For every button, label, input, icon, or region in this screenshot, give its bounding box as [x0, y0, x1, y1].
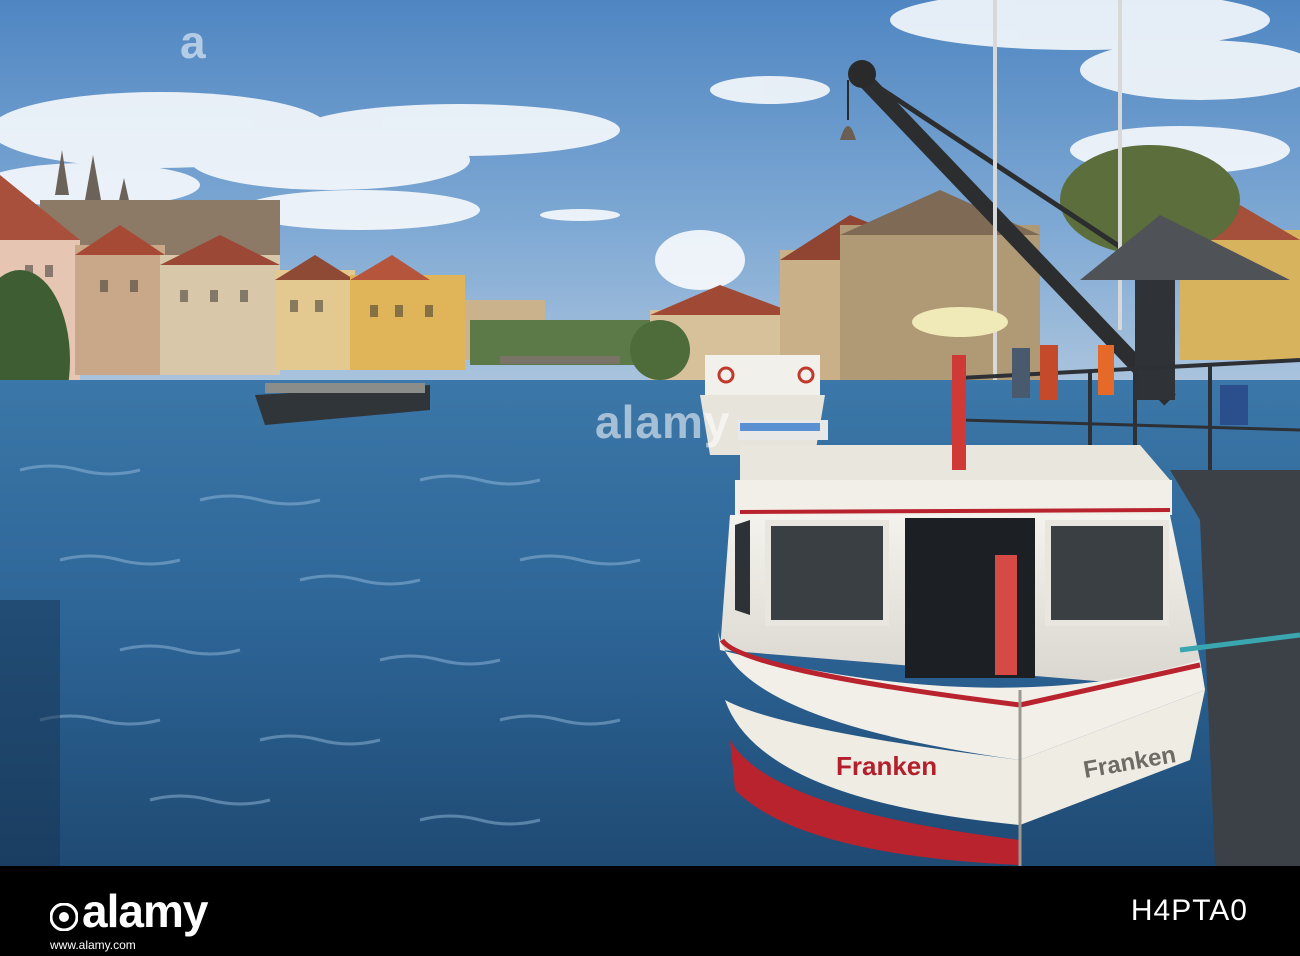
stock-photo: Franken Franken a alamy	[0, 0, 1300, 866]
alamy-logo-text: alamy	[82, 885, 208, 937]
shadow	[0, 600, 60, 866]
alamy-logo-icon	[50, 903, 78, 931]
watermark-glyph: a	[180, 16, 207, 68]
watermark-logo-overlay: alamy	[595, 396, 731, 448]
boat-name-bow: Franken	[836, 751, 937, 781]
watermark-footer: alamy H4PTA0 www.alamy.com	[0, 866, 1300, 956]
bridge	[500, 356, 620, 364]
alamy-logo: alamy	[50, 885, 208, 937]
image-id: H4PTA0	[1130, 894, 1248, 927]
umbrella	[912, 307, 1008, 337]
footer-url: www.alamy.com	[50, 938, 136, 952]
